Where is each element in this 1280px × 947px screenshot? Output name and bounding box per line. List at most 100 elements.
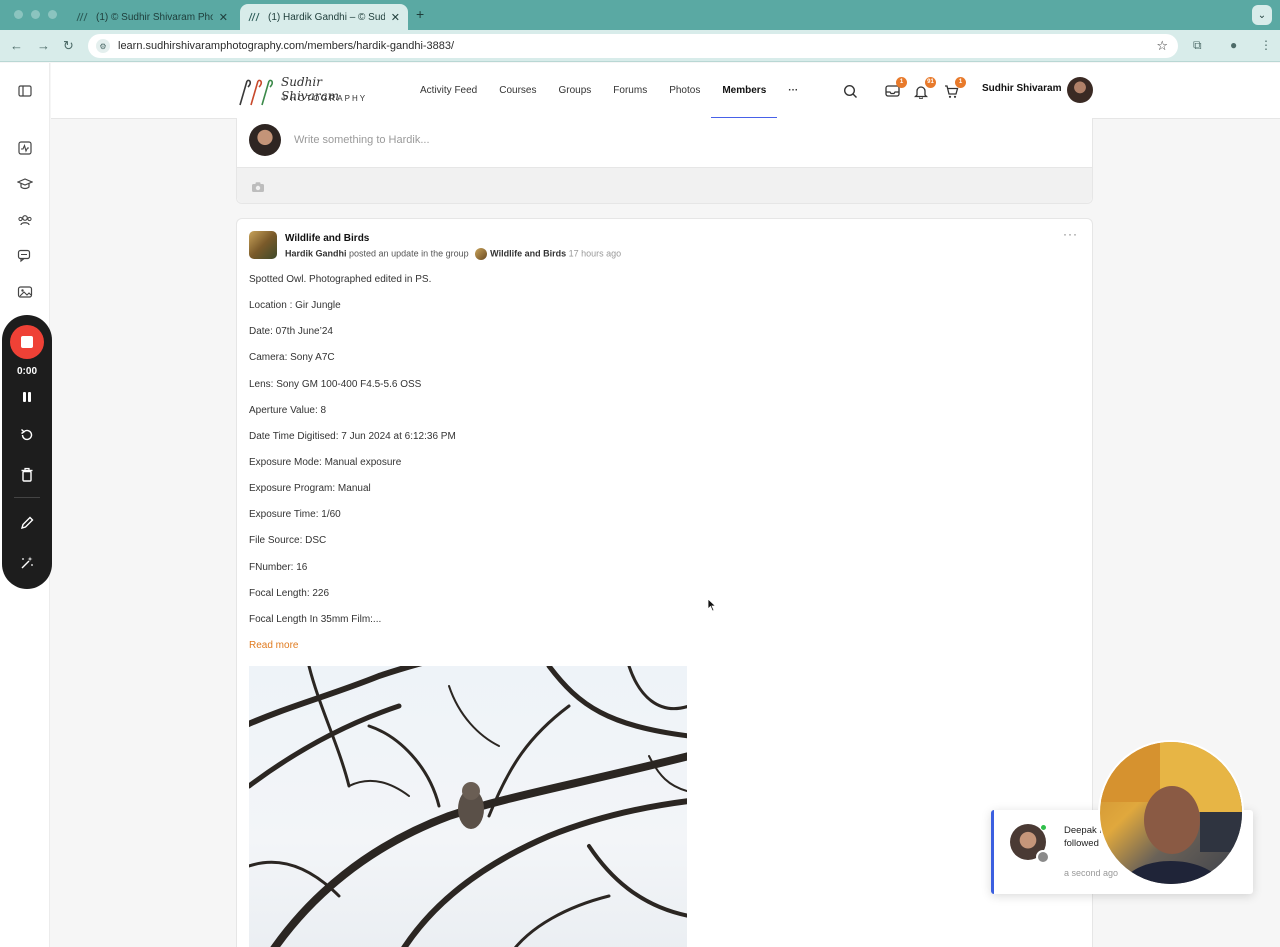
nav-courses[interactable]: Courses xyxy=(488,63,547,119)
post-line: Exposure Mode: Manual exposure xyxy=(249,456,402,468)
site-favicon-icon xyxy=(248,11,262,23)
window-controls[interactable] xyxy=(14,10,57,19)
close-tab-icon[interactable]: ✕ xyxy=(219,11,228,24)
webcam-overlay xyxy=(1098,740,1244,886)
effects-wand-icon[interactable] xyxy=(17,553,37,573)
post-composer: Write something to Hardik... xyxy=(236,118,1093,204)
nav-forums[interactable]: Forums xyxy=(602,63,658,119)
cart-badge: 1 xyxy=(955,77,966,88)
activity-icon[interactable] xyxy=(17,140,33,156)
post-line: Location : Gir Jungle xyxy=(249,300,341,312)
post-line: Date Time Digitised: 7 Jun 2024 at 6:12:… xyxy=(249,430,456,442)
group-mini-avatar xyxy=(475,248,488,260)
maximize-window-button[interactable] xyxy=(48,10,57,19)
post-time: 17 hours ago xyxy=(568,248,622,259)
post-line: FNumber: 16 xyxy=(249,561,308,573)
site-favicon-icon xyxy=(76,11,90,23)
url-text: learn.sudhirshivaramphotography.com/memb… xyxy=(118,40,455,52)
post-line: File Source: DSC xyxy=(249,535,327,547)
pause-icon[interactable] xyxy=(17,387,37,407)
bell-icon[interactable]: 91 xyxy=(913,77,936,99)
logo-mark-icon xyxy=(239,79,274,106)
post-group-name[interactable]: Wildlife and Birds xyxy=(285,233,369,244)
nav-photos[interactable]: Photos xyxy=(658,63,711,119)
notifications-badge: 91 xyxy=(925,77,936,88)
post-line: Lens: Sony GM 100-400 F4.5-5.6 OSS xyxy=(249,378,422,390)
post-line: Aperture Value: 8 xyxy=(249,404,327,416)
browser-toolbar: ← → ↻ ⚙ learn.sudhirshivaramphotography.… xyxy=(0,30,1280,62)
activity-post: Wildlife and Birds Hardik Gandhi posted … xyxy=(236,218,1093,947)
site-header: Sudhir Shivaram PHOTOGRAPHY Activity Fee… xyxy=(51,63,1280,119)
tab-search-chevron-icon[interactable]: ⌄ xyxy=(1252,5,1272,25)
courses-icon[interactable] xyxy=(17,176,33,192)
online-indicator xyxy=(1040,824,1047,831)
browser-tab-2[interactable]: (1) Hardik Gandhi – © Sudhir Shivaram ✕ xyxy=(240,4,408,30)
post-line: Camera: Sony A7C xyxy=(249,352,335,364)
browser-tab-bar: (1) © Sudhir Shivaram Photography ✕ (1) … xyxy=(0,0,1280,30)
restart-icon[interactable] xyxy=(17,425,37,445)
post-line: Spotted Owl. Photographed edited in PS. xyxy=(249,274,432,285)
tab-title: (1) © Sudhir Shivaram Photography xyxy=(96,11,213,23)
back-arrow-icon[interactable]: ← xyxy=(10,38,23,53)
nav-groups[interactable]: Groups xyxy=(548,63,603,119)
forward-arrow-icon[interactable]: → xyxy=(37,38,50,53)
post-options-icon[interactable]: ··· xyxy=(1063,227,1078,241)
search-icon[interactable] xyxy=(842,83,858,99)
presenter-video xyxy=(1100,742,1242,884)
post-action: posted an update in the group xyxy=(349,248,469,259)
inbox-icon[interactable]: 1 xyxy=(884,77,907,99)
post-line: Focal Length: 226 xyxy=(249,587,330,599)
site-logo[interactable]: Sudhir Shivaram PHOTOGRAPHY xyxy=(237,75,377,107)
nav-members[interactable]: Members xyxy=(711,63,778,119)
post-body: Spotted Owl. Photographed edited in PS. … xyxy=(249,274,456,640)
post-meta: Hardik Gandhi posted an update in the gr… xyxy=(285,248,621,260)
minimize-window-button[interactable] xyxy=(31,10,40,19)
composer-toolbar xyxy=(237,167,1092,203)
read-more-link[interactable]: Read more xyxy=(249,640,298,651)
post-line: Date: 07th June’24 xyxy=(249,326,333,338)
inbox-badge: 1 xyxy=(896,77,907,88)
post-group-link[interactable]: Wildlife and Birds xyxy=(490,248,566,258)
extensions-icon[interactable]: ⧉ xyxy=(1193,38,1202,53)
owl-branches-image xyxy=(249,666,687,947)
divider xyxy=(14,497,40,498)
close-window-button[interactable] xyxy=(14,10,23,19)
notification-time: a second ago xyxy=(1064,868,1119,878)
stop-recording-button[interactable] xyxy=(10,325,44,359)
new-tab-icon[interactable]: + xyxy=(416,6,424,22)
profile-icon[interactable]: ● xyxy=(1230,38,1237,52)
bookmark-star-icon[interactable]: ☆ xyxy=(1156,38,1168,54)
site-settings-icon[interactable]: ⚙ xyxy=(96,39,110,53)
nav-more-icon[interactable]: ··· xyxy=(777,63,809,119)
close-tab-icon[interactable]: ✕ xyxy=(391,11,400,24)
stop-icon xyxy=(21,336,33,348)
recording-timer: 0:00 xyxy=(16,366,37,377)
main-nav: Activity Feed Courses Groups Forums Phot… xyxy=(409,63,809,119)
post-line: Exposure Program: Manual xyxy=(249,483,371,495)
nav-activity-feed[interactable]: Activity Feed xyxy=(409,63,488,119)
reload-icon[interactable]: ↻ xyxy=(63,38,74,54)
user-avatar[interactable] xyxy=(1067,77,1093,103)
camera-icon[interactable] xyxy=(251,180,265,192)
groups-icon[interactable] xyxy=(17,212,33,228)
sidebar-toggle-icon[interactable] xyxy=(17,83,33,99)
trash-icon[interactable] xyxy=(17,465,37,485)
post-line: Exposure Time: 1/60 xyxy=(249,509,341,521)
cart-icon[interactable]: 1 xyxy=(943,77,966,99)
group-avatar[interactable] xyxy=(249,231,277,259)
composer-input[interactable]: Write something to Hardik... xyxy=(294,134,430,146)
tab-title: (1) Hardik Gandhi – © Sudhir Shivaram xyxy=(268,11,385,23)
address-bar[interactable]: ⚙ learn.sudhirshivaramphotography.com/me… xyxy=(88,34,1178,58)
post-author[interactable]: Hardik Gandhi xyxy=(285,248,347,258)
post-photo-owl[interactable] xyxy=(249,666,687,947)
message-chip-icon xyxy=(1036,850,1050,864)
user-name[interactable]: Sudhir Shivaram xyxy=(982,83,1061,94)
mouse-pointer-icon xyxy=(707,598,717,617)
browser-tab-1[interactable]: (1) © Sudhir Shivaram Photography ✕ xyxy=(68,4,236,30)
browser-menu-icon[interactable]: ⋮ xyxy=(1260,38,1272,52)
screen-recorder-panel: 0:00 xyxy=(2,315,52,589)
forums-icon[interactable] xyxy=(17,248,33,264)
logo-sub-text: PHOTOGRAPHY xyxy=(283,94,368,103)
pen-icon[interactable] xyxy=(17,513,37,533)
photos-icon[interactable] xyxy=(17,284,33,300)
